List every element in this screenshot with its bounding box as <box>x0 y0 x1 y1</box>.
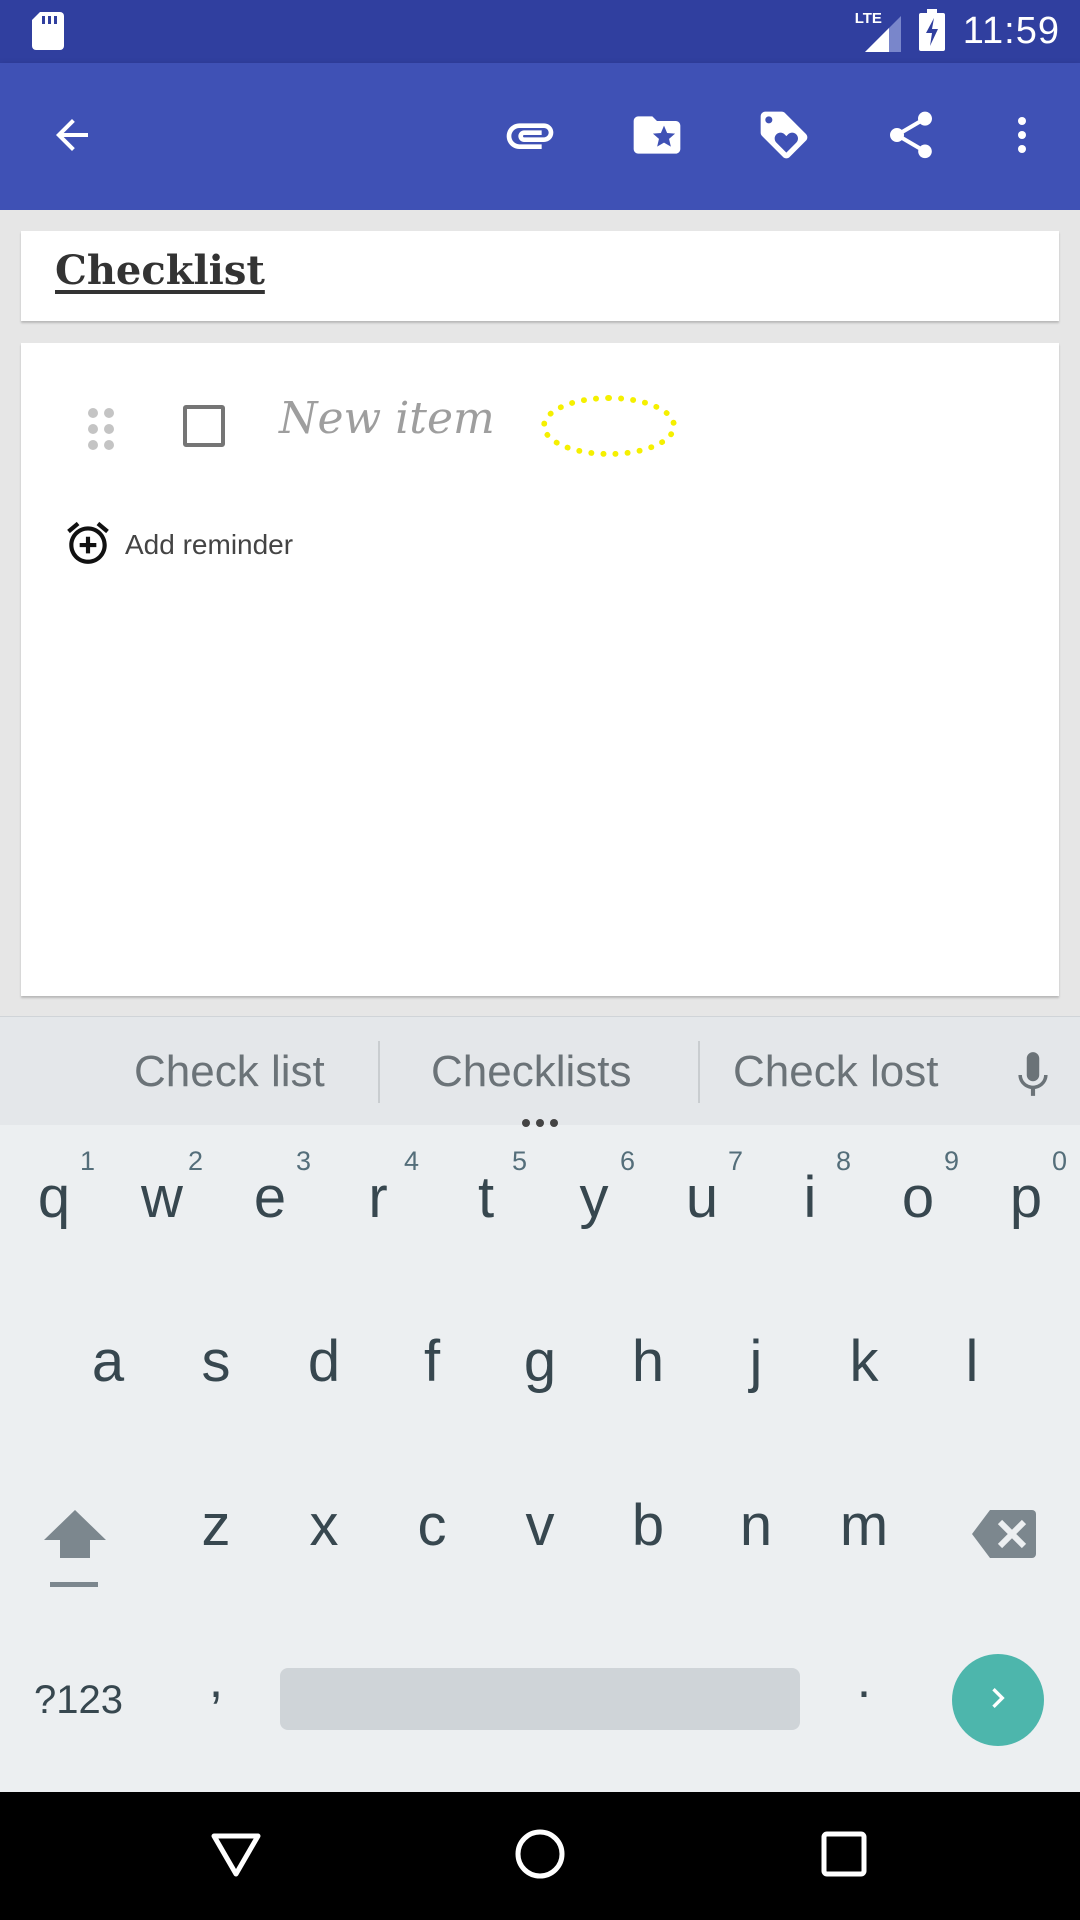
key-k[interactable]: k <box>814 1328 914 1395</box>
suggestion-divider <box>698 1041 700 1103</box>
signal-icon: LTE <box>855 10 901 52</box>
clock: 11:59 <box>962 10 1060 52</box>
nav-back-button[interactable] <box>204 1824 268 1888</box>
sd-card-icon <box>32 12 64 54</box>
add-reminder-button[interactable]: Add reminder <box>63 518 293 572</box>
key-o[interactable]: o <box>868 1164 968 1231</box>
suggestion-3[interactable]: Check lost <box>733 1047 938 1097</box>
suggestion-strip: Check list Checklists Check lost <box>0 1016 1080 1127</box>
key-j[interactable]: j <box>706 1328 806 1395</box>
key-x[interactable]: x <box>274 1492 374 1559</box>
suggestion-1[interactable]: Check list <box>134 1047 325 1097</box>
add-reminder-label: Add reminder <box>125 529 294 560</box>
circle-home-icon <box>512 1826 568 1886</box>
triangle-back-icon <box>208 1826 264 1886</box>
item-checkbox[interactable] <box>183 405 225 447</box>
alarm-add-icon <box>63 518 113 572</box>
soft-keyboard: Check list Checklists Check lost 1 2 3 4… <box>0 1016 1080 1792</box>
key-d[interactable]: d <box>274 1328 374 1395</box>
new-item-input[interactable]: New item <box>279 393 495 444</box>
battery-charging-icon <box>918 8 945 55</box>
key-s[interactable]: s <box>166 1328 266 1395</box>
checklist-card: New item Add reminder <box>21 343 1059 996</box>
key-i[interactable]: i <box>760 1164 860 1231</box>
key-w[interactable]: w <box>112 1164 212 1231</box>
title-card: Checklist <box>21 231 1059 321</box>
chevron-right-icon <box>978 1678 1018 1722</box>
key-c[interactable]: c <box>382 1492 482 1559</box>
share-button[interactable] <box>871 97 951 177</box>
symbols-key[interactable]: ?123 <box>34 1678 123 1723</box>
microphone-icon[interactable] <box>1008 1045 1058 1105</box>
comma-key[interactable]: , <box>166 1650 266 1710</box>
tag-button[interactable] <box>744 97 824 177</box>
period-key[interactable]: . <box>814 1650 914 1710</box>
suggestion-2[interactable]: Checklists <box>431 1047 632 1097</box>
key-t[interactable]: t <box>436 1164 536 1231</box>
next-key[interactable] <box>952 1654 1044 1746</box>
app-bar <box>0 63 1080 210</box>
suggestion-divider <box>378 1041 380 1103</box>
key-y[interactable]: y <box>544 1164 644 1231</box>
key-g[interactable]: g <box>490 1328 590 1395</box>
overflow-menu-button[interactable] <box>982 97 1062 177</box>
paperclip-icon <box>502 107 558 167</box>
more-suggestions-icon[interactable] <box>520 1109 560 1134</box>
key-p[interactable]: p <box>976 1164 1076 1231</box>
key-m[interactable]: m <box>814 1492 914 1559</box>
key-h[interactable]: h <box>598 1328 698 1395</box>
nav-recents-button[interactable] <box>812 1824 876 1888</box>
arrow-back-icon <box>48 111 96 163</box>
tag-heart-icon <box>756 107 812 167</box>
key-a[interactable]: a <box>58 1328 158 1395</box>
key-l[interactable]: l <box>922 1328 1022 1395</box>
back-button[interactable] <box>32 97 112 177</box>
key-u[interactable]: u <box>652 1164 752 1231</box>
navigation-bar <box>0 1792 1080 1920</box>
shift-key[interactable] <box>42 1506 108 1592</box>
nav-home-button[interactable] <box>508 1824 572 1888</box>
key-f[interactable]: f <box>382 1328 482 1395</box>
key-v[interactable]: v <box>490 1492 590 1559</box>
category-button[interactable] <box>617 97 697 177</box>
status-bar: LTE 11:59 <box>0 0 1080 63</box>
note-content: Checklist New item Add reminder <box>0 210 1080 1016</box>
square-recents-icon <box>816 1826 872 1886</box>
key-q[interactable]: q <box>4 1164 104 1231</box>
more-vert-icon <box>998 111 1046 163</box>
key-e[interactable]: e <box>220 1164 320 1231</box>
key-z[interactable]: z <box>166 1492 266 1559</box>
key-b[interactable]: b <box>598 1492 698 1559</box>
attach-button[interactable] <box>490 97 570 177</box>
space-bar[interactable] <box>280 1668 800 1730</box>
folder-star-icon <box>629 107 685 167</box>
backspace-key[interactable] <box>972 1510 1036 1558</box>
share-icon <box>883 107 939 167</box>
backspace-icon <box>972 1510 1036 1562</box>
key-r[interactable]: r <box>328 1164 428 1231</box>
note-title-input[interactable]: Checklist <box>55 247 265 294</box>
drag-handle-icon[interactable] <box>86 405 116 453</box>
key-n[interactable]: n <box>706 1492 806 1559</box>
shift-icon <box>42 1510 108 1596</box>
touch-highlight <box>541 395 677 457</box>
